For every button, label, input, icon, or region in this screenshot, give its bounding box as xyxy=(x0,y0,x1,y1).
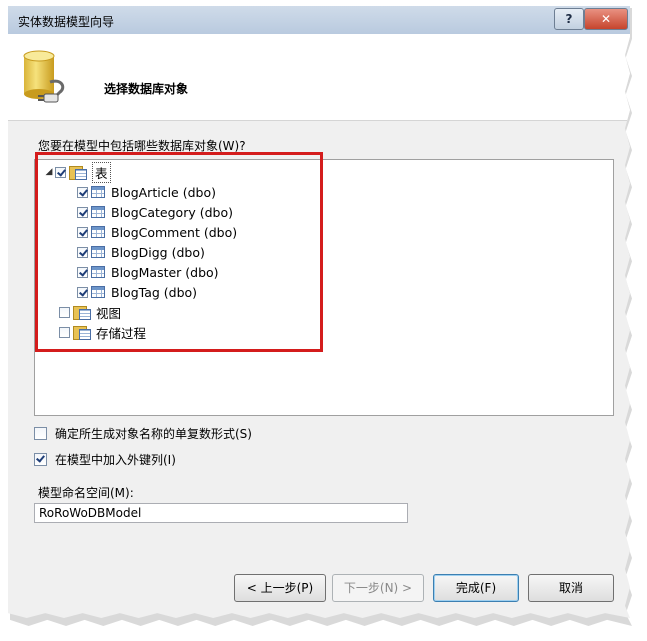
tree-node-views[interactable]: 视图 xyxy=(59,303,121,321)
objects-prompt-label: 您要在模型中包括哪些数据库对象(W)? xyxy=(38,139,246,153)
table-label: BlogCategory (dbo) xyxy=(111,204,233,220)
stored-procedures-folder-icon xyxy=(73,325,91,340)
namespace-input[interactable] xyxy=(34,503,408,523)
table-label: BlogArticle (dbo) xyxy=(111,184,216,200)
title-bar: 实体数据模型向导 ? ✕ xyxy=(8,6,630,34)
wizard-window: 实体数据模型向导 ? ✕ 选择数据库对象 您要在模型中包括哪些数据库对象(W)? xyxy=(8,6,630,618)
database-plug-icon xyxy=(23,50,65,103)
close-button[interactable]: ✕ xyxy=(584,8,628,30)
foreign-keys-option[interactable]: 在模型中加入外键列(I) xyxy=(34,451,176,468)
table-label: BlogDigg (dbo) xyxy=(111,244,205,260)
pluralize-checkbox[interactable] xyxy=(34,427,47,440)
tree-node-table[interactable]: BlogMaster (dbo) xyxy=(77,263,219,281)
views-label: 视图 xyxy=(96,305,122,321)
table-icon xyxy=(91,206,105,218)
tree-node-table[interactable]: BlogDigg (dbo) xyxy=(77,243,205,261)
cancel-button[interactable]: 取消 xyxy=(528,574,614,602)
views-checkbox[interactable] xyxy=(59,306,70,318)
finish-button[interactable]: 完成(F) xyxy=(433,574,519,602)
table-label: BlogMaster (dbo) xyxy=(111,264,219,280)
namespace-label: 模型命名空间(M): xyxy=(38,486,134,500)
table-icon xyxy=(91,246,105,258)
back-button[interactable]: < 上一步(P) xyxy=(234,574,326,602)
table-checkbox[interactable] xyxy=(77,186,88,198)
stored-procedures-label: 存储过程 xyxy=(96,325,147,341)
tree-node-table[interactable]: BlogTag (dbo) xyxy=(77,283,197,301)
tables-label: 表 xyxy=(92,161,111,183)
table-icon xyxy=(91,186,105,198)
table-checkbox[interactable] xyxy=(77,286,88,298)
views-folder-icon xyxy=(73,305,91,320)
table-icon xyxy=(91,226,105,238)
stored-procedures-checkbox[interactable] xyxy=(59,326,70,338)
help-button[interactable]: ? xyxy=(554,8,584,30)
pluralize-label: 确定所生成对象名称的单复数形式(S) xyxy=(55,427,252,441)
table-icon xyxy=(91,266,105,278)
tree-node-stored-procedures[interactable]: 存储过程 xyxy=(59,323,146,341)
table-label: BlogTag (dbo) xyxy=(111,284,198,300)
tables-folder-icon xyxy=(69,165,87,180)
tables-checkbox[interactable] xyxy=(55,166,66,178)
table-checkbox[interactable] xyxy=(77,246,88,258)
table-checkbox[interactable] xyxy=(77,226,88,238)
foreign-keys-label: 在模型中加入外键列(I) xyxy=(55,453,176,467)
table-checkbox[interactable] xyxy=(77,266,88,278)
table-icon xyxy=(91,286,105,298)
database-objects-tree[interactable]: ◢ 表 BlogArticle (dbo) BlogCategory (dbo)… xyxy=(34,159,614,416)
table-checkbox[interactable] xyxy=(77,206,88,218)
table-label: BlogComment (dbo) xyxy=(111,224,238,240)
tree-node-table[interactable]: BlogArticle (dbo) xyxy=(77,183,216,201)
tree-node-tables[interactable]: ◢ 表 xyxy=(43,161,111,183)
window-title: 实体数据模型向导 xyxy=(18,15,115,29)
pluralize-option[interactable]: 确定所生成对象名称的单复数形式(S) xyxy=(34,425,252,442)
next-button[interactable]: 下一步(N) > xyxy=(332,574,424,602)
tree-node-table[interactable]: BlogComment (dbo) xyxy=(77,223,237,241)
foreign-keys-checkbox[interactable] xyxy=(34,453,47,466)
tree-node-table[interactable]: BlogCategory (dbo) xyxy=(77,203,233,221)
wizard-header: 选择数据库对象 xyxy=(8,34,630,121)
page-title: 选择数据库对象 xyxy=(104,82,189,96)
collapse-icon[interactable]: ◢ xyxy=(43,167,55,177)
